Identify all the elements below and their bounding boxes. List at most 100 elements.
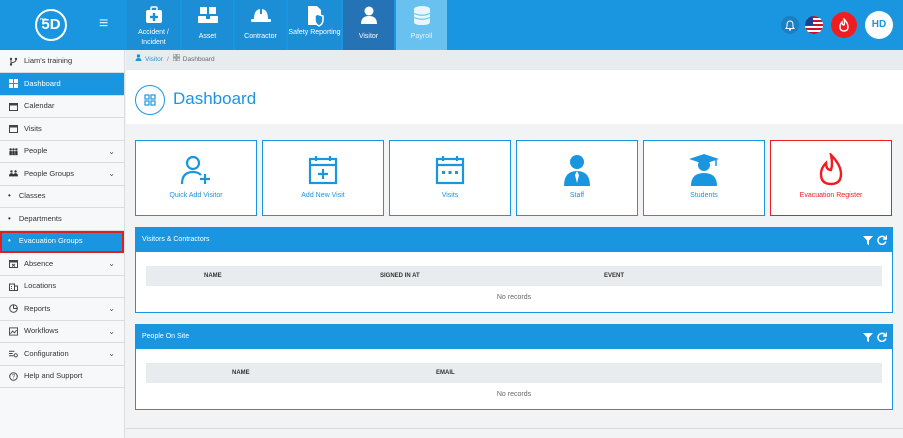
sidebar-item-label: Locations — [24, 281, 57, 291]
column-header[interactable]: EVENT — [604, 266, 624, 286]
column-header[interactable]: SIGNED IN AT — [380, 266, 420, 286]
logo-small-text: PEO — [40, 17, 47, 21]
sidebar-item-absence[interactable]: Absence ⌄ — [0, 253, 124, 276]
refresh-icon[interactable] — [877, 235, 887, 245]
sidebar-item-classes[interactable]: • Classes — [0, 186, 124, 208]
chevron-down-icon: ⌄ — [108, 326, 115, 336]
dashboard-icon — [135, 85, 165, 115]
dashboard-icon — [172, 50, 181, 70]
sidebar-item-evacuation-groups[interactable]: • Evacuation Groups — [0, 230, 124, 253]
sidebar-item-locations[interactable]: Locations — [0, 276, 124, 298]
sidebar-item-calendar[interactable]: Calendar — [0, 96, 124, 118]
breadcrumb: Visitor / Dashboard — [126, 50, 903, 70]
column-header[interactable]: NAME — [232, 363, 250, 383]
evacuation-alert-button[interactable] — [831, 12, 857, 38]
tile-label: Students — [690, 192, 718, 199]
module-payroll[interactable]: Payroll — [396, 0, 447, 50]
tile-label: Visits — [441, 192, 459, 199]
top-right-tools: HD — [781, 9, 893, 41]
column-header[interactable]: EMAIL — [436, 363, 455, 383]
module-asset[interactable]: Asset — [182, 0, 233, 50]
module-label: Asset — [198, 33, 217, 40]
panel-header: People On Site — [136, 325, 892, 349]
module-accident-incident[interactable]: Accident / Incident — [127, 0, 180, 50]
module-safety-reporting[interactable]: Safety Reporting — [288, 0, 341, 50]
breadcrumb-visitor-link[interactable]: Visitor — [145, 50, 163, 70]
sidebar-item-label: Visits — [24, 123, 42, 133]
module-label: Visitor — [358, 33, 379, 40]
fire-icon — [771, 153, 891, 187]
column-header[interactable]: NAME — [204, 266, 222, 286]
menu-toggle-icon[interactable]: ≡ — [99, 16, 108, 32]
module-label: Payroll — [410, 33, 433, 40]
sidebar-item-label: People Groups — [24, 168, 75, 178]
graduate-icon — [644, 153, 764, 187]
tile-visits[interactable]: Visits — [389, 140, 511, 216]
sidebar-item-dashboard[interactable]: Dashboard — [0, 73, 124, 96]
top-navbar: PEO 5D ≡ Accident / Incident Asset Contr… — [0, 0, 903, 50]
module-label: Contractor — [244, 33, 277, 40]
tile-evacuation-register[interactable]: Evacuation Register — [770, 140, 892, 216]
visitor-icon — [343, 5, 394, 27]
sidebar-item-label: Configuration — [24, 348, 69, 358]
filter-icon[interactable] — [863, 332, 873, 342]
main-content: Visitor / Dashboard Dashboard Quick Add … — [126, 50, 903, 438]
bullet-icon: • — [8, 191, 11, 201]
panel-header: Visitors & Contractors — [136, 228, 892, 252]
sidebar-item-visits[interactable]: Visits — [0, 118, 124, 141]
sidebar-item-label: Dashboard — [24, 78, 61, 88]
first-aid-icon — [127, 5, 180, 27]
user-avatar[interactable]: HD — [865, 11, 893, 39]
sidebar-item-reports[interactable]: Reports ⌄ — [0, 298, 124, 321]
people-groups-icon — [9, 169, 18, 178]
chevron-down-icon: ⌄ — [108, 169, 115, 178]
org-switcher[interactable]: Liam's training — [0, 50, 124, 73]
sidebar-item-label: Workflows — [24, 326, 59, 336]
add-user-icon — [136, 153, 256, 187]
bullet-icon: • — [8, 213, 11, 223]
workflows-icon — [9, 327, 18, 336]
page-title: Dashboard — [173, 89, 257, 108]
chevron-down-icon: ⌄ — [108, 146, 115, 156]
divider — [126, 428, 903, 429]
sidebar-item-people[interactable]: People ⌄ — [0, 141, 124, 163]
logo[interactable]: PEO 5D — [35, 9, 67, 41]
breadcrumb-current: Dashboard — [182, 56, 215, 63]
module-contractor[interactable]: Contractor — [235, 0, 286, 50]
sidebar-item-people-groups[interactable]: People Groups ⌄ — [0, 163, 124, 186]
panel-title: People On Site — [142, 333, 190, 340]
safety-report-icon — [288, 5, 341, 27]
filter-icon[interactable] — [863, 235, 873, 245]
tile-staff[interactable]: Staff — [516, 140, 638, 216]
bell-icon[interactable] — [781, 16, 799, 34]
absence-icon — [9, 259, 18, 269]
sidebar-item-help[interactable]: ? Help and Support — [0, 366, 124, 388]
sidebar-item-label: People — [24, 146, 48, 156]
tile-quick-add-visitor[interactable]: Quick Add Visitor — [135, 140, 257, 216]
refresh-icon[interactable] — [877, 332, 887, 342]
us-flag-icon[interactable] — [805, 16, 823, 34]
calendar-icon — [390, 153, 510, 187]
sidebar-item-label: Absence — [24, 258, 54, 268]
people-icon — [9, 147, 18, 156]
page-header: Dashboard — [126, 70, 903, 124]
sidebar-item-departments[interactable]: • Departments — [0, 208, 124, 231]
coins-icon — [396, 5, 447, 27]
boxes-icon — [182, 5, 233, 27]
chevron-down-icon: ⌄ — [108, 349, 115, 358]
help-icon: ? — [9, 371, 18, 381]
module-tabs: Accident / Incident Asset Contractor Saf… — [127, 0, 449, 50]
module-visitor[interactable]: Visitor — [343, 0, 394, 50]
sidebar: Liam's training Dashboard Calendar Visit… — [0, 50, 125, 438]
table-header: NAME SIGNED IN AT EVENT — [146, 266, 882, 286]
user-icon — [135, 50, 142, 70]
chevron-down-icon: ⌄ — [108, 304, 115, 313]
tile-students[interactable]: Students — [643, 140, 765, 216]
bullet-icon: • — [8, 236, 11, 246]
tile-add-new-visit[interactable]: Add New Visit — [262, 140, 384, 216]
sidebar-item-label: Classes — [18, 191, 46, 201]
sidebar-item-workflows[interactable]: Workflows ⌄ — [0, 321, 124, 343]
sidebar-item-configuration[interactable]: Configuration ⌄ — [0, 343, 124, 366]
empty-state: No records — [496, 391, 532, 398]
calendar-icon — [9, 124, 18, 134]
